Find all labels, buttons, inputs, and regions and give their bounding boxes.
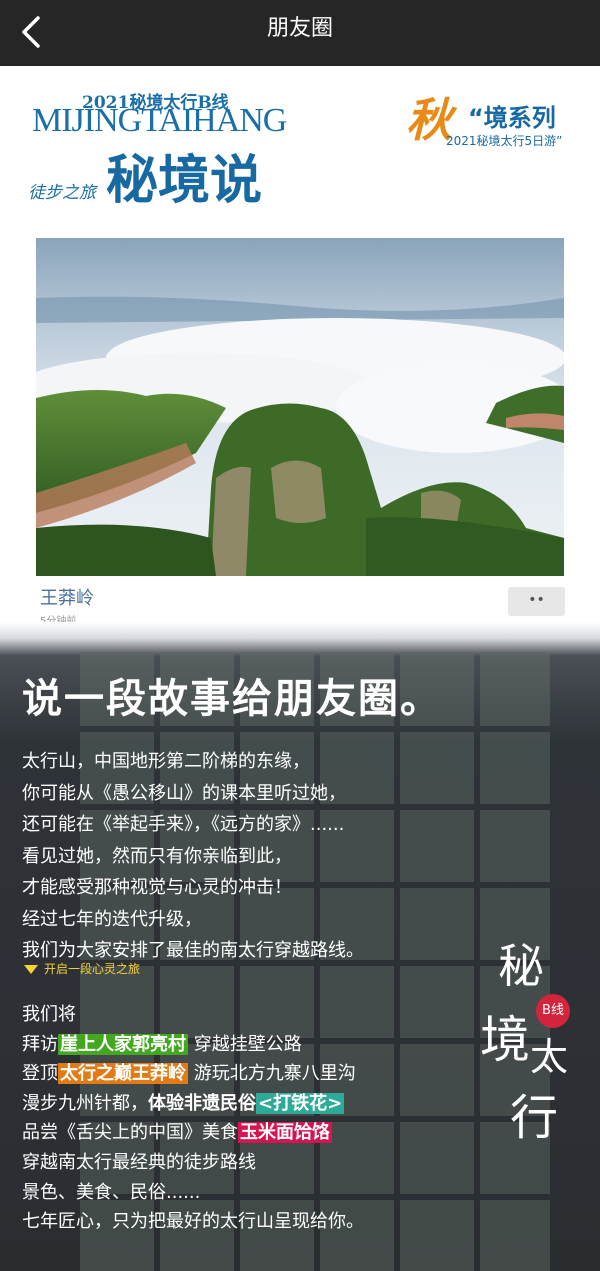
brand-header: 2021秘境太行B线 MIJINGTAIHANG 徒步之旅 秘境说 秋 “境系列… <box>0 66 600 236</box>
post-author[interactable]: 王莽岭 <box>40 584 94 610</box>
slogan-heading: 说一段故事给朋友圈。 <box>22 676 442 722</box>
highlight-corn-noodles: 玉米面饸饹 <box>238 1122 332 1144</box>
itinerary-line: 品尝《舌尖上的中国》美食 玉米面饸饹 <box>22 1118 364 1148</box>
itinerary-line: 七年匠心，只为把最好的太行山呈现给你。 <box>22 1207 364 1237</box>
story-line: 还可能在《举起手来》，《远方的家》...... <box>22 814 345 835</box>
itinerary-line: 我们将 <box>22 1000 364 1030</box>
itinerary-line: 景色、美食、民俗...... <box>22 1178 364 1208</box>
vertical-calligraphy-logo: 秘 境 太 行 B线 <box>480 930 590 1170</box>
logo-char: 行 <box>510 1090 559 1146</box>
journey-hint-text: 开启一段心灵之旅 <box>44 962 141 976</box>
itinerary-line: 穿越南太行最经典的徒步路线 <box>22 1148 364 1178</box>
itinerary-text: 景色、美食、民俗...... <box>22 1181 201 1203</box>
triangle-down-icon <box>24 965 38 974</box>
itinerary-list: 我们将 拜访 崖上人家郭亮村 穿越挂壁公路 登顶 太行之巅王莽岭 游玩北方九寨八里沟… <box>22 1000 364 1237</box>
header-subtitle: 徒步之旅 <box>28 183 96 203</box>
itinerary-line: 漫步九州针都，体验非遗民俗 <打铁花> <box>22 1089 364 1119</box>
highlight-iron-flower: <打铁花> <box>256 1092 345 1114</box>
series-title: “境系列 <box>468 104 556 132</box>
journey-hint: 开启一段心灵之旅 <box>24 960 140 977</box>
itinerary-bold-text: 体验非遗民俗 <box>148 1092 256 1114</box>
itinerary-text: 游玩北方九寨八里沟 <box>188 1063 356 1085</box>
header-latin: MIJINGTAIHANG <box>32 102 287 139</box>
story-line: 你可能从《愚公移山》的课本里听过她， <box>22 782 346 804</box>
highlight-guoliang-village: 崖上人家郭亮村 <box>58 1033 188 1055</box>
top-bar: 朋友圈 <box>0 0 600 66</box>
series-subtitle: 2021秘境太行5日游” <box>446 134 563 148</box>
itinerary-text: 我们将 <box>22 1004 76 1025</box>
highlight-wangmangling: 太行之巅王莽岭 <box>58 1063 188 1085</box>
logo-char: 秘 <box>498 939 544 993</box>
itinerary-text: 漫步九州针都， <box>22 1092 148 1114</box>
itinerary-line: 拜访 崖上人家郭亮村 穿越挂壁公路 <box>22 1030 364 1060</box>
itinerary-text: 穿越挂壁公路 <box>188 1033 302 1055</box>
story-text: 太行山，中国地形第二阶梯的东缘， 你可能从《愚公移山》的课本里听过她， 还可能在… <box>22 746 364 967</box>
route-badge: B线 <box>536 994 570 1028</box>
itinerary-text: 登顶 <box>22 1063 58 1085</box>
itinerary-text: 七年匠心，只为把最好的太行山呈现给你。 <box>22 1211 364 1233</box>
story-panel: 说一段故事给朋友圈。 太行山，中国地形第二阶梯的东缘， 你可能从《愚公移山》的课… <box>0 622 600 1271</box>
itinerary-text: 品尝《舌尖上的中国》美食 <box>22 1122 238 1144</box>
itinerary-text: 拜访 <box>22 1033 58 1055</box>
story-line: 经过七年的迭代升级， <box>22 908 202 930</box>
more-options-button[interactable]: •• <box>508 587 565 616</box>
logo-char: 境 <box>480 1011 530 1069</box>
mountain-photo[interactable] <box>36 238 564 576</box>
itinerary-text: 穿越南太行最经典的徒步路线 <box>22 1151 256 1173</box>
story-line: 看见过她，然而只有你亲临到此， <box>22 845 292 867</box>
page-title: 朋友圈 <box>266 16 333 41</box>
itinerary-line: 登顶 太行之巅王莽岭 游玩北方九寨八里沟 <box>22 1059 364 1089</box>
logo-char: 太 <box>530 1035 569 1079</box>
story-line: 才能感受那种视觉与心灵的冲击！ <box>22 877 292 898</box>
story-line: 太行山，中国地形第二阶梯的东缘， <box>22 751 310 772</box>
header-main-title: 秘境说 <box>106 150 263 211</box>
